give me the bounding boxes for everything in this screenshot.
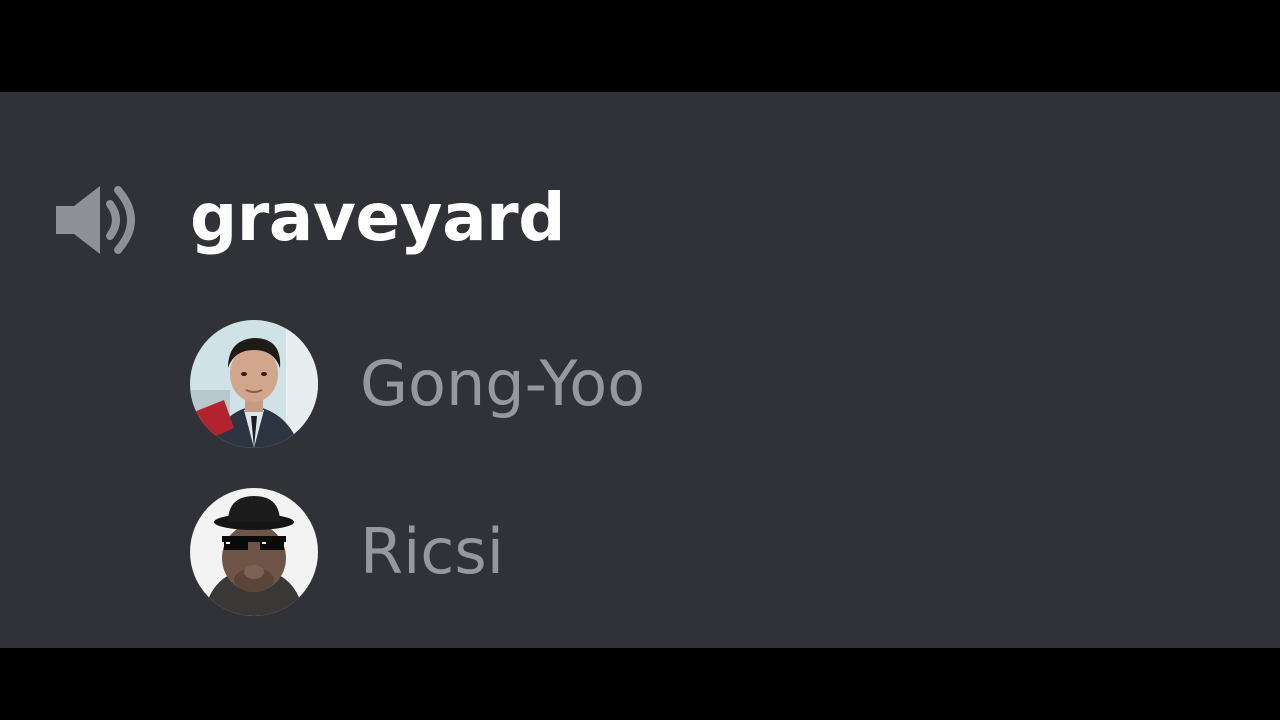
speaker-icon — [52, 180, 138, 260]
gong-yoo-avatar — [190, 320, 318, 448]
letterbox-top — [0, 0, 1280, 92]
channel-name: graveyard — [190, 179, 565, 256]
username-gong-yoo: Gong-Yoo — [360, 347, 646, 420]
ricsi-avatar — [190, 488, 318, 616]
letterbox-bottom — [0, 648, 1280, 720]
username-ricsi: Ricsi — [360, 515, 504, 588]
voice-channel-row[interactable]: graveyard — [0, 130, 1280, 256]
voice-user-gong-yoo[interactable]: Gong-Yoo — [0, 320, 1280, 450]
voice-user-ricsi[interactable]: Ricsi — [0, 488, 1280, 618]
voice-channel-panel: graveyard Gong-Yoo Ricsi — [0, 92, 1280, 648]
